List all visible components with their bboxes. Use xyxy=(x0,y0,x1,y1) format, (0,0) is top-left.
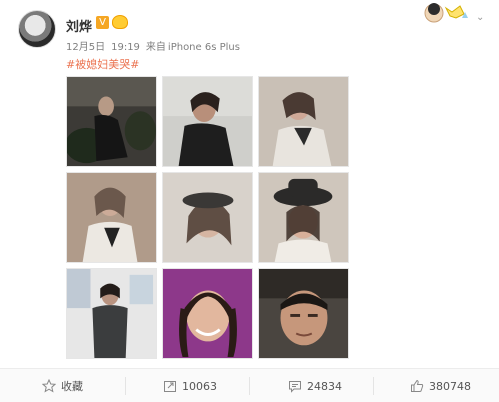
repost-icon xyxy=(163,379,177,393)
photo-9[interactable] xyxy=(258,268,349,359)
repost-count: 10063 xyxy=(182,379,217,393)
source-prefix: 来自 xyxy=(145,42,166,53)
divider xyxy=(249,377,250,395)
photo-1[interactable] xyxy=(66,76,157,167)
divider xyxy=(373,377,374,395)
photo-4[interactable] xyxy=(66,172,157,263)
photo-5[interactable] xyxy=(162,172,253,263)
verified-icon: V xyxy=(96,16,109,29)
post-time[interactable]: 19:19 xyxy=(111,42,140,53)
medal-icon xyxy=(112,15,128,29)
username[interactable]: 刘烨 xyxy=(66,16,92,35)
avatar[interactable] xyxy=(18,10,56,48)
comment-button[interactable]: 24834 xyxy=(288,377,342,395)
weibo-post: ⌄ 刘烨 V 12月5日 19:19 来自 iPhone 6s Plus #被媳妇美哭… xyxy=(0,0,499,402)
favorite-label: 收藏 xyxy=(61,380,83,393)
hashtag-link[interactable]: #被媳妇美哭# xyxy=(66,56,139,72)
thumbs-up-icon xyxy=(410,379,424,393)
star-icon xyxy=(41,378,57,393)
chevron-down-icon[interactable]: ⌄ xyxy=(476,12,484,23)
repost-button[interactable]: 10063 xyxy=(163,377,217,395)
photo-3[interactable] xyxy=(258,76,349,167)
photo-6[interactable] xyxy=(258,172,349,263)
photo-7[interactable] xyxy=(66,268,157,359)
photo-8[interactable] xyxy=(162,268,253,359)
action-bar: 收藏 10063 24834 380748 xyxy=(0,368,499,402)
like-count: 380748 xyxy=(429,379,471,393)
favorite-button[interactable]: 收藏 xyxy=(41,377,83,395)
comment-count: 24834 xyxy=(307,379,342,393)
photo-grid xyxy=(66,76,349,360)
like-button[interactable]: 380748 xyxy=(410,377,471,395)
divider xyxy=(125,377,126,395)
post-meta: 12月5日 19:19 来自 iPhone 6s Plus xyxy=(66,38,246,53)
photo-2[interactable] xyxy=(162,76,253,167)
comment-icon xyxy=(288,379,302,393)
post-date[interactable]: 12月5日 xyxy=(66,42,105,53)
sticker-icon xyxy=(420,2,472,24)
post-source[interactable]: iPhone 6s Plus xyxy=(168,42,240,53)
